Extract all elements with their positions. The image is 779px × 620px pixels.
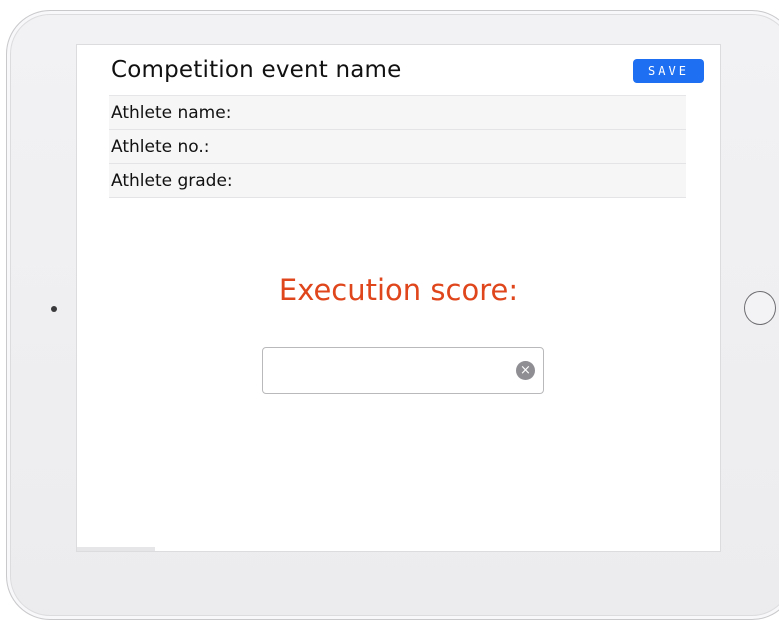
athlete-grade-row: Athlete grade: [109, 164, 686, 198]
event-title: Competition event name [111, 57, 402, 83]
athlete-name-row: Athlete name: [109, 96, 686, 130]
athlete-grade-label: Athlete grade: [111, 170, 233, 191]
execution-score-input[interactable] [263, 348, 503, 393]
clear-icon[interactable]: × [516, 361, 535, 380]
athlete-number-row: Athlete no.: [109, 130, 686, 164]
screen-edge-divider [77, 547, 155, 551]
athlete-info-table: Athlete name: Athlete no.: Athlete grade… [109, 95, 686, 198]
app-screen: Competition event name SAVE Athlete name… [76, 44, 721, 552]
athlete-number-label: Athlete no.: [111, 136, 210, 157]
camera-icon [51, 306, 57, 312]
save-button[interactable]: SAVE [633, 59, 704, 83]
execution-score-label: Execution score: [278, 273, 519, 307]
score-input-container: × [262, 347, 544, 394]
home-button[interactable] [744, 291, 776, 325]
athlete-name-label: Athlete name: [111, 102, 232, 123]
